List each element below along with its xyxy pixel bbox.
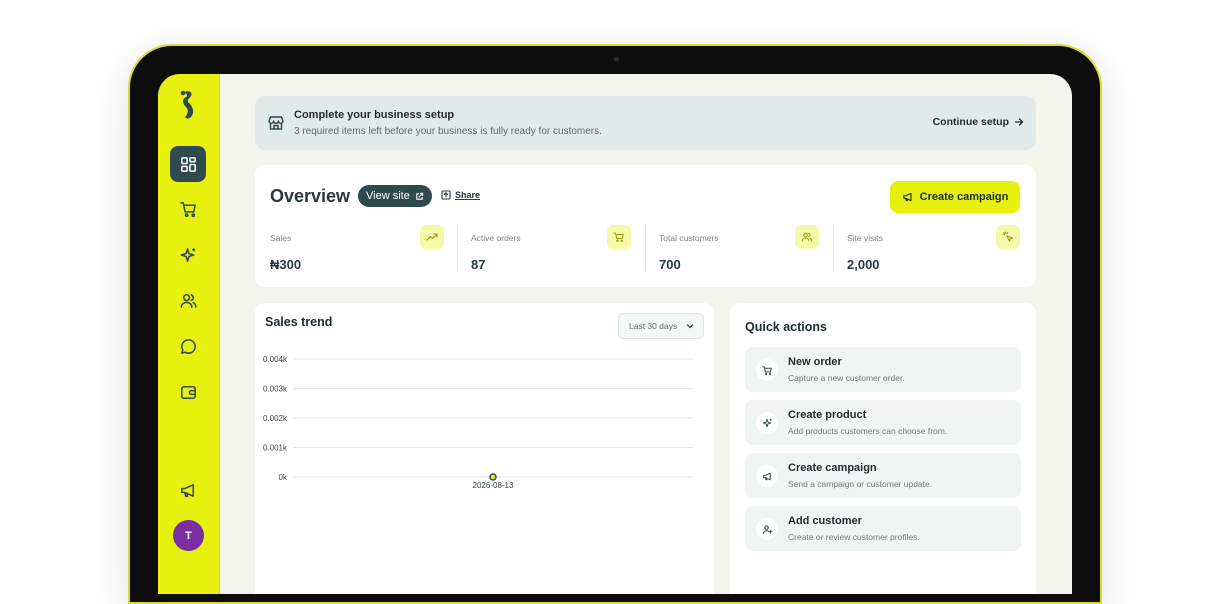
stat-value: ₦300 [270, 257, 302, 272]
stat-value: 87 [471, 257, 486, 272]
nav-wallet[interactable] [170, 374, 206, 410]
quick-actions-card: Quick actions New order Capture a new cu… [730, 303, 1036, 594]
banner-title: Complete your business setup [294, 109, 455, 121]
stat-value: 700 [659, 257, 681, 272]
sales-trend-card: Sales trend Last 30 days 0.004k 0.003k 0.0… [255, 303, 714, 594]
nav-orders[interactable] [170, 191, 206, 227]
data-point[interactable] [489, 473, 497, 481]
quick-action-create-product[interactable]: Create product Add products customers ca… [745, 400, 1021, 445]
external-link-icon [416, 192, 424, 200]
wallet-icon [180, 385, 196, 399]
nav-campaigns[interactable] [170, 472, 206, 508]
y-tick-label: 0.001k [263, 444, 288, 453]
setup-banner: Complete your business setup 3 required … [255, 96, 1036, 150]
pointer-click-icon [996, 225, 1020, 249]
trending-up-icon [420, 225, 444, 249]
chat-icon [180, 338, 196, 354]
continue-setup-link[interactable]: Continue setup [933, 116, 1024, 128]
nav-messages[interactable] [170, 328, 206, 364]
quick-action-title: Create campaign [788, 462, 877, 474]
users-icon [180, 293, 197, 308]
overview-card: Overview View site Share Create campaign… [255, 165, 1036, 287]
sidebar: T [158, 74, 220, 594]
banner-subtitle: 3 required items left before your busine… [294, 126, 602, 137]
megaphone-icon [180, 483, 194, 497]
quick-actions-title: Quick actions [745, 320, 827, 334]
stat-divider [457, 225, 458, 271]
quick-action-title: Add customer [788, 515, 862, 527]
quick-action-subtitle: Send a campaign or customer update. [788, 479, 933, 489]
create-campaign-label: Create campaign [919, 191, 1009, 203]
sparkle-icon [180, 247, 195, 262]
continue-setup-label: Continue setup [932, 116, 1009, 128]
view-site-label: View site [366, 190, 410, 202]
page-title: Overview [270, 186, 351, 206]
quick-action-title: Create product [788, 409, 867, 421]
stat-total-customers: Total customers 700 [659, 225, 821, 272]
stat-active-orders: Active orders 87 [471, 225, 633, 272]
quick-action-subtitle: Add products customers can choose from. [788, 426, 948, 436]
quick-action-add-customer[interactable]: Add customer Create or review customer p… [745, 506, 1021, 551]
arrow-right-icon [1014, 118, 1024, 126]
stat-label: Total customers [659, 233, 719, 243]
y-tick-label: 0.003k [263, 385, 288, 394]
y-tick-label: 0.002k [263, 414, 288, 423]
avatar[interactable]: T [173, 520, 204, 551]
cart-icon [756, 359, 778, 381]
app-screen: T Complete your business setup 3 require… [158, 74, 1072, 594]
sales-trend-chart: 0.004k 0.003k 0.002k 0.001k 0k 2026-08-13 [263, 355, 693, 490]
stat-value: 2,000 [847, 257, 880, 272]
y-tick-label: 0.004k [263, 355, 288, 364]
create-campaign-button[interactable]: Create campaign [890, 181, 1020, 213]
stat-label: Active orders [471, 233, 521, 243]
stat-divider [645, 225, 646, 271]
x-tick-label: 2026-08-13 [473, 481, 514, 490]
camera-dot [614, 57, 619, 62]
quick-action-subtitle: Capture a new customer order. [788, 373, 905, 383]
store-icon [268, 116, 284, 130]
quick-action-title: New order [788, 356, 842, 368]
nav-dashboard[interactable] [170, 146, 206, 182]
stat-label: Sales [270, 233, 292, 243]
share-icon [441, 190, 451, 200]
user-plus-icon [756, 518, 778, 540]
tablet-frame: T Complete your business setup 3 require… [128, 44, 1102, 604]
cart-icon [179, 201, 196, 217]
brand-logo[interactable] [177, 88, 201, 122]
quick-action-create-campaign[interactable]: Create campaign Send a campaign or custo… [745, 453, 1021, 498]
sparkle-icon [756, 412, 778, 434]
cart-icon [607, 225, 631, 249]
quick-action-new-order[interactable]: New order Capture a new customer order. [745, 347, 1021, 392]
stat-divider [833, 225, 834, 271]
dashboard-icon [180, 156, 196, 172]
megaphone-icon [902, 192, 912, 202]
view-site-button[interactable]: View site [358, 185, 432, 207]
share-label: Share [455, 190, 481, 200]
users-icon [795, 225, 819, 249]
quick-action-subtitle: Create or review customer profiles. [788, 532, 920, 542]
stat-label: Site visits [847, 233, 883, 243]
share-link[interactable]: Share [441, 190, 480, 200]
stat-site-visits: Site visits 2,000 [847, 225, 1021, 272]
nav-products[interactable] [170, 237, 206, 273]
stat-sales: Sales ₦300 [270, 225, 444, 272]
megaphone-icon [756, 465, 778, 487]
y-tick-label: 0k [279, 473, 288, 482]
nav-customers[interactable] [170, 282, 206, 318]
